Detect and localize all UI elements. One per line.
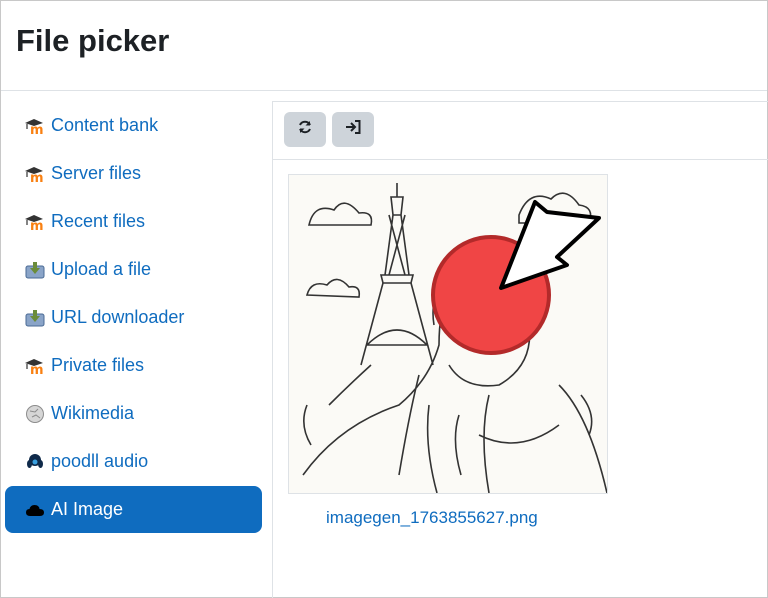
refresh-icon — [297, 119, 313, 140]
moodle-icon: m — [24, 211, 46, 233]
logout-button[interactable] — [332, 112, 374, 147]
moodle-icon: m — [24, 355, 46, 377]
generated-image — [289, 175, 607, 493]
sidebar-item-label: URL downloader — [51, 307, 185, 327]
sidebar-item-poodll-audio[interactable]: poodll audio — [5, 438, 262, 485]
sidebar-item-ai-image[interactable]: AI Image — [5, 486, 262, 533]
cloud-icon — [24, 499, 46, 521]
page-title: File picker — [16, 23, 170, 58]
sidebar-item-label: AI Image — [51, 499, 124, 519]
poodll-icon — [24, 451, 46, 473]
sidebar-item-content-bank[interactable]: m Content bank — [5, 102, 262, 149]
svg-text:m: m — [30, 363, 44, 375]
file-toolbar — [273, 102, 768, 160]
sidebar-item-recent-files[interactable]: m Recent files — [5, 198, 262, 245]
sidebar-item-private-files[interactable]: m Private files — [5, 342, 262, 389]
sign-in-icon — [344, 119, 362, 140]
upload-icon — [24, 259, 46, 281]
file-name-link[interactable]: imagegen_1763855627.png — [326, 508, 538, 528]
file-thumbnail[interactable] — [288, 174, 608, 494]
file-browser-pane: imagegen_1763855627.png — [272, 101, 768, 598]
sidebar-item-label: Content bank — [51, 115, 159, 135]
sidebar-item-upload-a-file[interactable]: Upload a file — [5, 246, 262, 293]
download-icon — [24, 307, 46, 329]
svg-text:m: m — [30, 123, 44, 135]
sidebar-item-label: Server files — [51, 163, 142, 183]
svg-text:m: m — [30, 171, 44, 183]
repository-sidebar: m Content bank m Server files m Recent f… — [0, 92, 270, 596]
sidebar-item-label: Upload a file — [51, 259, 152, 279]
svg-text:m: m — [30, 219, 44, 231]
dialog-header: File picker — [1, 1, 767, 91]
sidebar-item-label: Wikimedia — [51, 403, 135, 423]
moodle-icon: m — [24, 163, 46, 185]
wikipedia-icon — [24, 403, 46, 425]
sidebar-item-label: Private files — [51, 355, 145, 375]
sidebar-item-url-downloader[interactable]: URL downloader — [5, 294, 262, 341]
sidebar-item-wikimedia[interactable]: Wikimedia — [5, 390, 262, 437]
moodle-icon: m — [24, 115, 46, 137]
sidebar-item-server-files[interactable]: m Server files — [5, 150, 262, 197]
sidebar-item-label: poodll audio — [51, 451, 149, 471]
sidebar-item-label: Recent files — [51, 211, 146, 231]
refresh-button[interactable] — [284, 112, 326, 147]
